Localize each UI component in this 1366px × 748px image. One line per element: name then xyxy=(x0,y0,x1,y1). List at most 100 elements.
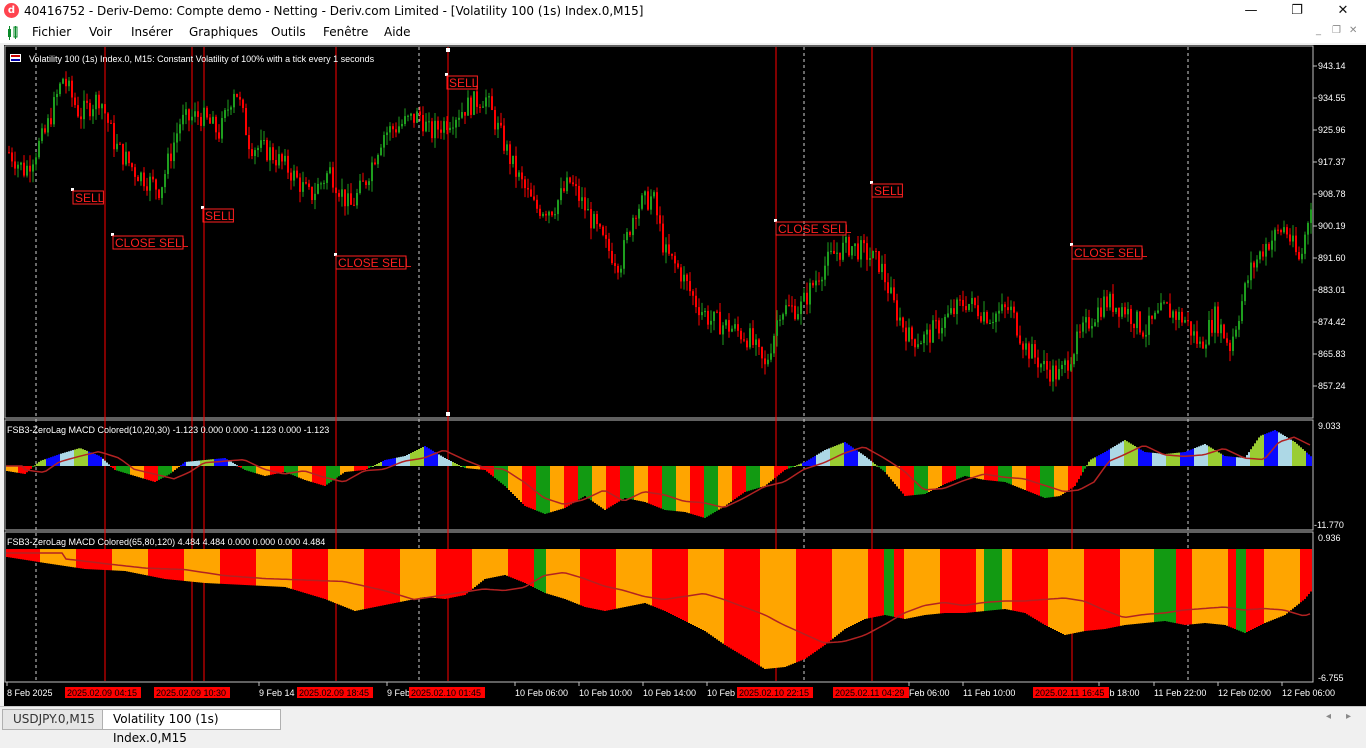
macd2-bar xyxy=(158,549,160,578)
candle-body xyxy=(1280,230,1282,233)
tab-scroll-left-icon[interactable]: ◂ xyxy=(1326,711,1331,722)
menu-graphiques[interactable]: Graphiques xyxy=(189,25,258,39)
macd2-bar xyxy=(1298,549,1300,604)
candle-body xyxy=(785,305,787,315)
candle-body xyxy=(263,139,265,141)
macd2-bar xyxy=(1036,549,1038,621)
main-chart-header: Volatility 100 (1s) Index.0, M15: Consta… xyxy=(29,54,375,64)
candle-body xyxy=(197,111,199,117)
candle-body xyxy=(116,143,118,150)
chart-bars-icon[interactable] xyxy=(6,26,20,40)
macd1-bar xyxy=(934,466,936,489)
mdi-close-button[interactable]: ✕ xyxy=(1349,25,1357,36)
candle-body xyxy=(1097,307,1099,323)
menu-outils[interactable]: Outils xyxy=(271,25,306,39)
candle-body xyxy=(1217,306,1219,334)
macd2-bar xyxy=(712,549,714,637)
macd2-bar xyxy=(330,549,332,602)
tab-scroll-right-icon[interactable]: ▸ xyxy=(1346,711,1351,722)
candle-body xyxy=(392,126,394,130)
close-button[interactable]: ✕ xyxy=(1320,0,1366,23)
macd1-bar xyxy=(376,464,378,466)
macd2-bar xyxy=(516,549,518,580)
macd1-bar xyxy=(440,455,442,466)
macd2-bar xyxy=(412,549,414,600)
macd2-bar xyxy=(124,549,126,571)
candle-body xyxy=(293,170,295,181)
macd2-bar xyxy=(218,549,220,584)
macd1-bar xyxy=(1050,466,1052,498)
candle-body xyxy=(833,250,835,254)
candle-body xyxy=(1058,369,1060,380)
macd1-bar xyxy=(52,456,54,466)
macd2-bar xyxy=(34,549,36,562)
macd2-bar xyxy=(80,549,82,569)
menu-fichier[interactable]: Fichier xyxy=(32,25,71,39)
macd1-bar xyxy=(168,466,170,475)
macd1-bar xyxy=(12,466,14,472)
candle-body xyxy=(1274,229,1276,241)
macd1-bar xyxy=(1256,440,1258,466)
macd2-bar xyxy=(824,549,826,645)
macd2-bar xyxy=(1112,549,1114,628)
macd1-bar xyxy=(618,466,620,502)
candle-body xyxy=(29,165,31,172)
maximize-button[interactable]: ❐ xyxy=(1274,0,1320,23)
macd2-bar xyxy=(832,549,834,639)
candle-body xyxy=(983,312,985,322)
macd2-bar xyxy=(1274,549,1276,619)
macd1-bar xyxy=(1276,431,1278,466)
macd2-bar xyxy=(362,549,364,610)
menu-voir[interactable]: Voir xyxy=(89,25,112,39)
candle-body xyxy=(974,298,976,306)
macd1-bar xyxy=(980,466,982,480)
macd2-bar xyxy=(1256,549,1258,627)
candle-body xyxy=(479,106,481,108)
macd2-bar xyxy=(30,549,32,561)
chart-window[interactable]: SELL CLOSE SELL SELL CLOSE SELL SELL CLOSE SE… xyxy=(4,45,1366,706)
menu-aide[interactable]: Aide xyxy=(384,25,411,39)
candle-body xyxy=(1091,326,1093,329)
time-label: 9 Feb 14 xyxy=(259,688,295,698)
macd2-bar xyxy=(846,549,848,628)
macd2-bar xyxy=(344,549,346,607)
candle-body xyxy=(44,128,46,133)
macd2-bar xyxy=(606,549,608,611)
minimize-button[interactable]: — xyxy=(1228,0,1274,23)
macd2-bar xyxy=(98,549,100,570)
macd2-bar xyxy=(808,549,810,657)
macd2-bar xyxy=(648,549,650,605)
macd1-bar xyxy=(648,466,650,504)
candle-body xyxy=(1211,319,1213,333)
macd2-bar xyxy=(862,549,864,620)
tab-volatility-100[interactable]: Volatility 100 (1s) Index.0,M15 xyxy=(102,709,281,745)
macd2-bar xyxy=(790,549,792,665)
menu-fenetre[interactable]: Fenêtre xyxy=(323,25,368,39)
candle-body xyxy=(1262,251,1264,257)
candle-body xyxy=(185,109,187,115)
candle-body xyxy=(413,113,415,123)
chart-canvas[interactable]: SELLCLOSE SELLSELLCLOSE SELLSELLCLOSE SE… xyxy=(4,45,1366,706)
macd2-bar xyxy=(696,549,698,627)
macd1-bar xyxy=(1264,434,1266,466)
macd1-bar xyxy=(534,466,536,510)
macd2-bar xyxy=(90,549,92,570)
macd1-bar xyxy=(352,466,354,472)
macd1-bar xyxy=(916,466,918,495)
candle-body xyxy=(662,223,664,253)
macd2-bar xyxy=(246,549,248,586)
candle-body xyxy=(668,244,670,254)
macd1-bar xyxy=(760,466,762,488)
macd1-bar xyxy=(684,466,686,512)
mdi-minimize-button[interactable]: _ xyxy=(1316,25,1321,36)
candle-body xyxy=(1142,332,1144,337)
tab-usdjpy[interactable]: USDJPY.0,M15 xyxy=(2,709,103,730)
menu-inserer[interactable]: Insérer xyxy=(131,25,173,39)
candle-body xyxy=(995,313,997,323)
macd1-bar xyxy=(568,466,570,506)
macd2-bar xyxy=(730,549,732,649)
candle-body xyxy=(938,320,940,334)
candle-body xyxy=(77,105,79,117)
mdi-restore-button[interactable]: ❐ xyxy=(1332,25,1341,36)
macd2-bar xyxy=(408,549,410,601)
